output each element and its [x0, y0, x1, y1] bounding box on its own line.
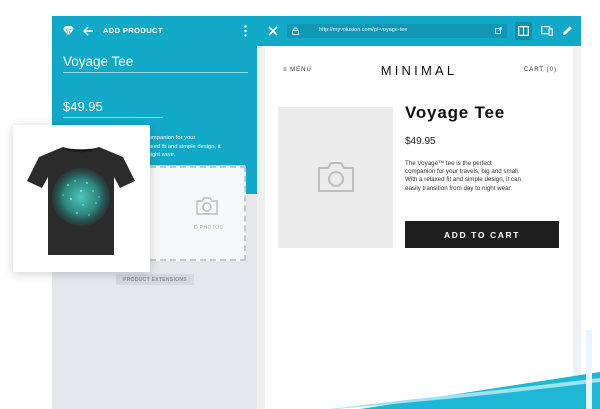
- decorative-accent: [330, 330, 600, 409]
